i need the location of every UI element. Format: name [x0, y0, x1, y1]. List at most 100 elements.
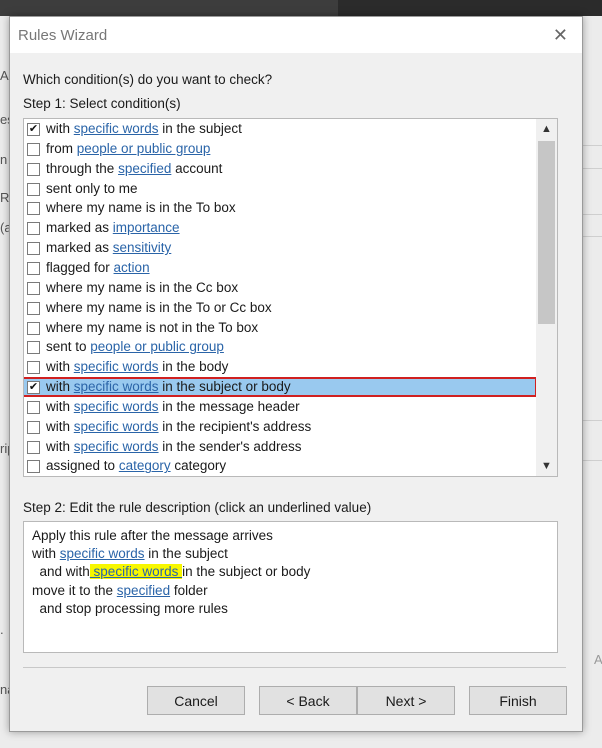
condition-item[interactable]: ✔ with specific words in the subject	[24, 120, 535, 139]
condition-item[interactable]: with specific words in the sender's addr…	[24, 438, 535, 457]
condition-link[interactable]: people or public group	[77, 141, 211, 156]
next-button[interactable]: Next >	[357, 686, 455, 715]
condition-link[interactable]: importance	[113, 220, 180, 235]
condition-text: marked as	[46, 240, 113, 256]
condition-link[interactable]: specific words	[74, 399, 159, 414]
condition-item[interactable]: where my name is not in the To box	[24, 319, 535, 338]
description-line: move it to the specified folder	[32, 583, 208, 598]
background-text-fragment: A	[594, 652, 602, 667]
condition-checkbox[interactable]	[27, 261, 40, 275]
condition-label: where my name is in the To box	[46, 200, 236, 215]
condition-text: with	[46, 359, 74, 375]
condition-link[interactable]: specified	[118, 161, 171, 176]
condition-item[interactable]: flagged for action	[24, 259, 535, 278]
condition-text: with	[46, 121, 74, 136]
condition-checkbox[interactable]	[27, 341, 40, 355]
condition-checkbox[interactable]	[27, 182, 40, 196]
condition-item[interactable]: with specific words in the recipient's a…	[24, 418, 535, 437]
dialog-title: Rules Wizard	[18, 27, 108, 44]
condition-link[interactable]: people or public group	[90, 339, 224, 354]
condition-item[interactable]: from people or public group	[24, 140, 535, 159]
conditions-list[interactable]: ✔ with specific words in the subject from …	[23, 118, 558, 477]
background-divider	[581, 460, 602, 461]
condition-checkbox[interactable]	[27, 460, 40, 474]
cancel-button[interactable]: Cancel	[147, 686, 245, 715]
condition-label: through the specified account	[46, 161, 222, 176]
back-button[interactable]: < Back	[259, 686, 357, 715]
condition-text: through the	[46, 160, 119, 176]
description-text: and with	[32, 564, 90, 579]
specific-words-link-highlighted[interactable]: specific words	[89, 564, 183, 579]
description-line: with specific words in the subject	[32, 546, 228, 561]
condition-link[interactable]: action	[114, 260, 150, 275]
condition-label: sent only to me	[46, 181, 138, 196]
rules-wizard-dialog: Rules Wizard ✕ Which condition(s) do you…	[9, 16, 583, 732]
condition-label: with specific words in the subject	[46, 121, 242, 136]
close-icon[interactable]: ✕	[553, 25, 568, 46]
condition-item[interactable]: marked as sensitivity	[24, 239, 535, 258]
scroll-thumb[interactable]	[538, 141, 555, 324]
condition-link[interactable]: specific words	[74, 419, 159, 434]
condition-label: with specific words in the message heade…	[46, 399, 300, 414]
condition-text: where my name is not in the To box	[46, 319, 259, 335]
condition-item-selected[interactable]: ✔ with specific words in the subject or b…	[24, 377, 537, 398]
condition-checkbox[interactable]	[27, 222, 40, 236]
conditions-scrollbar[interactable]: ▲ ▼	[536, 119, 557, 476]
condition-checkbox[interactable]: ✔	[27, 381, 40, 395]
condition-item[interactable]: with specific words in the body	[24, 358, 535, 377]
condition-item[interactable]: where my name is in the Cc box	[24, 279, 535, 298]
condition-item[interactable]: where my name is in the To or Cc box	[24, 299, 535, 318]
condition-link[interactable]: specific words	[74, 379, 159, 394]
description-line: Apply this rule after the message arrive…	[32, 528, 273, 543]
condition-item[interactable]: marked as importance	[24, 219, 535, 238]
condition-checkbox[interactable]	[27, 162, 40, 176]
condition-checkbox[interactable]	[27, 202, 40, 216]
condition-link[interactable]: specific words	[74, 439, 159, 454]
condition-link[interactable]: sensitivity	[113, 240, 172, 255]
condition-text: where my name is in the Cc box	[46, 279, 239, 295]
condition-item[interactable]: assigned to category category	[24, 457, 535, 476]
condition-item[interactable]: sent only to me	[24, 180, 535, 199]
condition-checkbox[interactable]	[27, 440, 40, 454]
description-text: in the subject	[144, 546, 228, 561]
condition-item[interactable]: sent to people or public group	[24, 338, 535, 357]
condition-text: with	[46, 418, 74, 434]
condition-checkbox[interactable]	[27, 420, 40, 434]
condition-text: flagged for	[46, 259, 114, 275]
finish-button[interactable]: Finish	[469, 686, 567, 715]
background-titlebar	[0, 0, 602, 16]
condition-item[interactable]: where my name is in the To box	[24, 199, 535, 218]
condition-label: from people or public group	[46, 141, 210, 156]
condition-checkbox[interactable]: ✔	[27, 123, 40, 136]
condition-item[interactable]: through the specified account	[24, 160, 535, 179]
condition-label: marked as sensitivity	[46, 240, 171, 255]
condition-checkbox[interactable]	[27, 321, 40, 335]
condition-checkbox[interactable]	[27, 301, 40, 315]
condition-label: with specific words in the subject or bo…	[46, 379, 291, 394]
specific-words-link[interactable]: specific words	[60, 546, 145, 561]
condition-checkbox[interactable]	[27, 400, 40, 414]
scroll-up-icon[interactable]: ▲	[536, 119, 557, 139]
condition-label: marked as importance	[46, 220, 180, 235]
condition-link[interactable]: specific words	[74, 121, 159, 136]
condition-checkbox[interactable]	[27, 142, 40, 156]
description-line: and with specific words in the subject o…	[32, 564, 310, 579]
step2-label: Step 2: Edit the rule description (click…	[23, 500, 372, 515]
rule-description-box: Apply this rule after the message arrive…	[23, 521, 558, 653]
condition-checkbox[interactable]	[27, 361, 40, 375]
condition-link[interactable]: category	[119, 458, 171, 473]
condition-label: where my name is not in the To box	[46, 320, 258, 335]
scroll-down-icon[interactable]: ▼	[536, 456, 557, 476]
description-line: and stop processing more rules	[32, 601, 228, 616]
condition-link[interactable]: specific words	[74, 359, 159, 374]
condition-label: with specific words in the sender's addr…	[46, 439, 301, 454]
condition-checkbox[interactable]	[27, 242, 40, 256]
condition-item[interactable]: with specific words in the message heade…	[24, 398, 535, 417]
condition-checkbox[interactable]	[27, 281, 40, 295]
condition-label: with specific words in the body	[46, 359, 228, 374]
condition-text: with	[46, 379, 74, 395]
specified-folder-link[interactable]: specified	[117, 583, 170, 598]
background-tab	[0, 0, 338, 16]
condition-label: where my name is in the To or Cc box	[46, 300, 272, 315]
condition-text: category	[170, 458, 227, 474]
